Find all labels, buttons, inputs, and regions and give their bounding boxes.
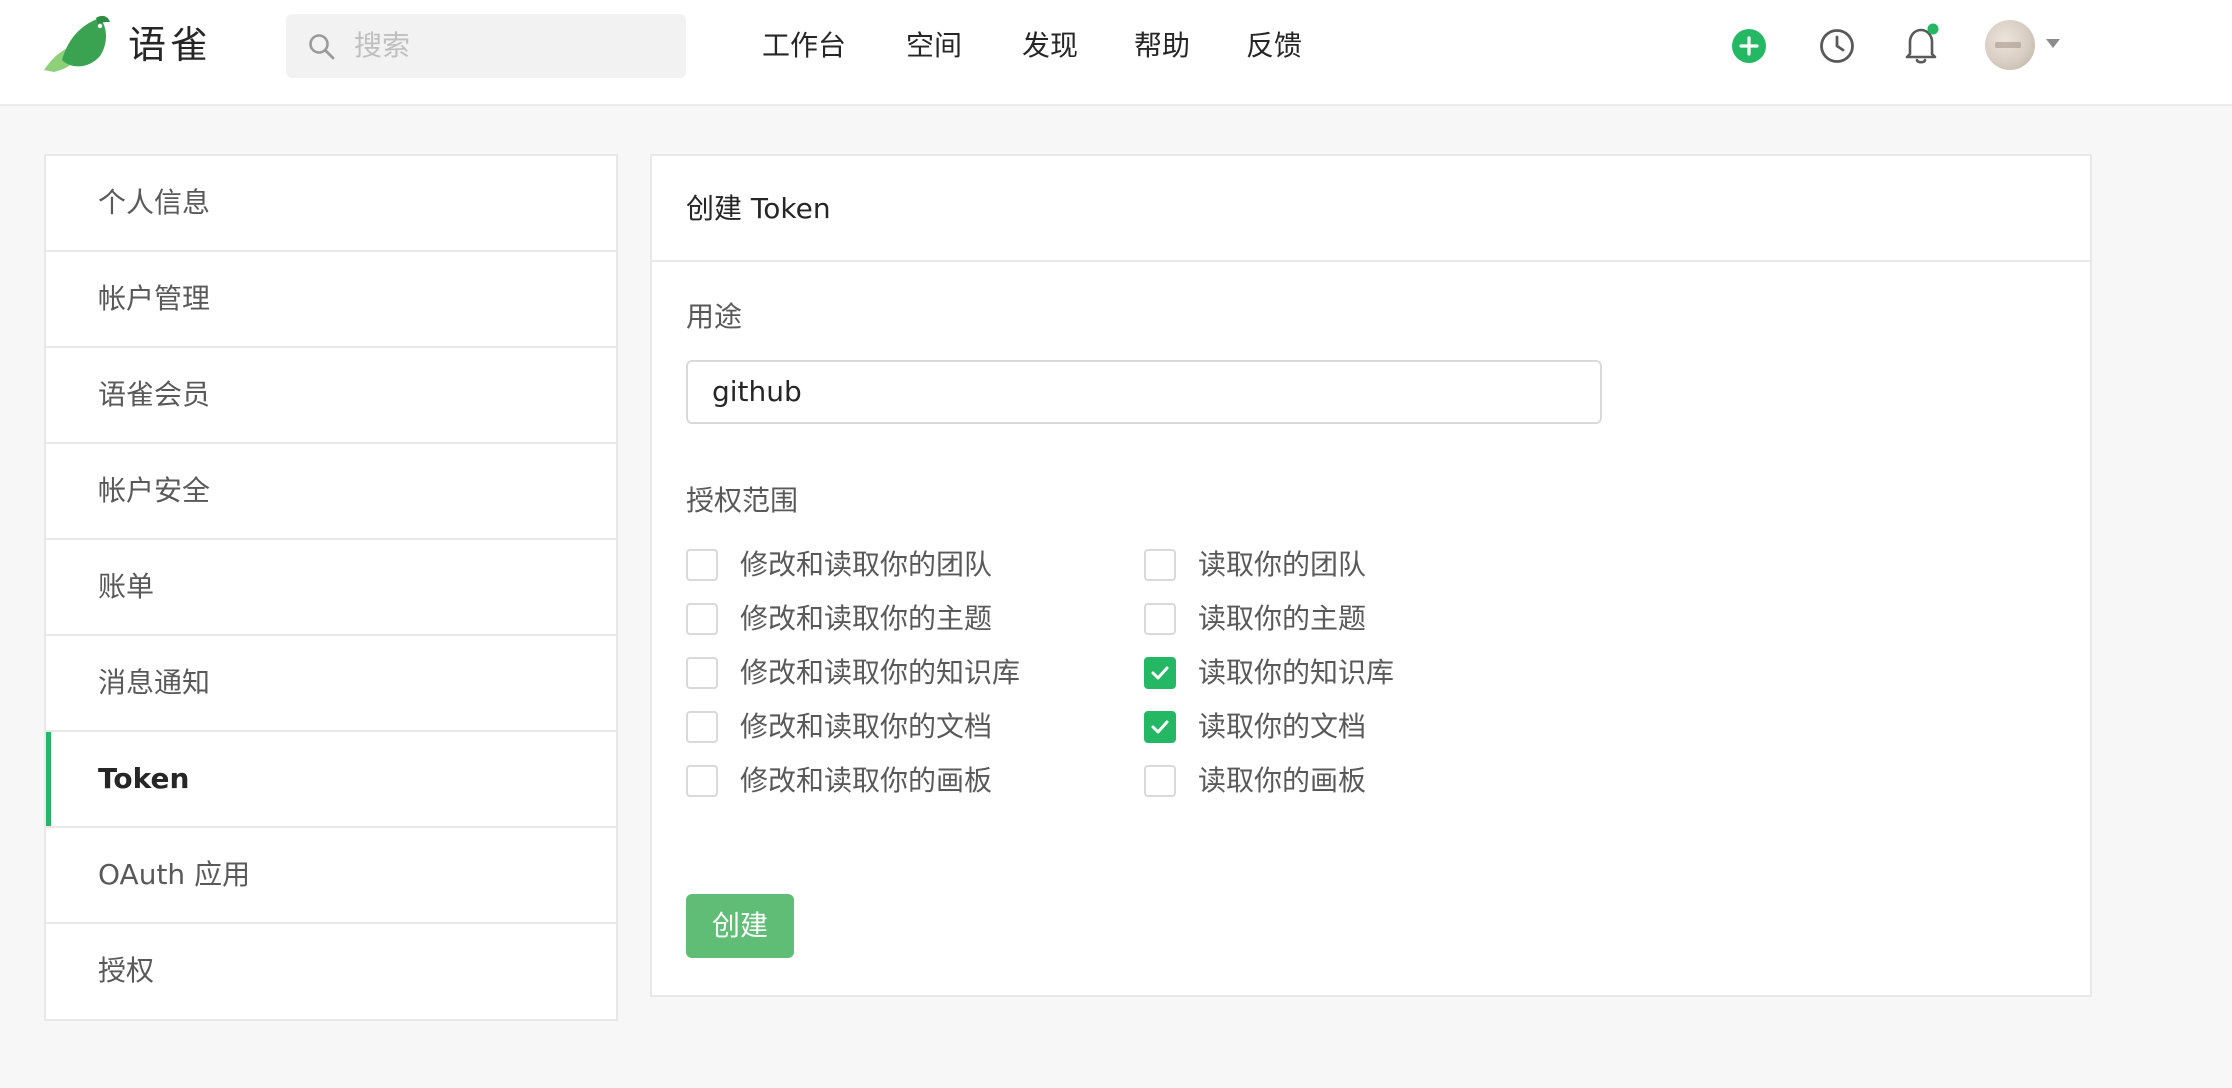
checkbox[interactable] xyxy=(1144,549,1176,581)
sidebar-item-label: 帐户管理 xyxy=(98,282,211,315)
sidebar-item-label: 授权 xyxy=(98,954,155,987)
nav-discover[interactable]: 发现 xyxy=(1022,24,1078,68)
sidebar-item-label: 账单 xyxy=(98,570,155,603)
nav-spaces[interactable]: 空间 xyxy=(906,24,962,68)
sidebar-item-billing[interactable]: 账单 xyxy=(46,540,616,636)
search-input[interactable]: 搜索 xyxy=(354,28,410,64)
scope-label-text: 读取你的团队 xyxy=(1198,548,1367,581)
sidebar-item-security[interactable]: 帐户安全 xyxy=(46,444,616,540)
scope-label-text: 修改和读取你的团队 xyxy=(740,548,993,581)
scope-label-text: 修改和读取你的画板 xyxy=(740,764,993,797)
sidebar-item-label: 个人信息 xyxy=(98,186,211,219)
scope-label-text: 读取你的文档 xyxy=(1198,710,1367,743)
sidebar-item-label: Token xyxy=(98,762,190,795)
search-box[interactable]: 搜索 xyxy=(286,14,686,78)
panel-header: 创建 Token xyxy=(652,156,2090,262)
active-indicator xyxy=(46,732,51,826)
scope-label-text: 修改和读取你的主题 xyxy=(740,602,993,635)
sidebar-item-label: 帐户安全 xyxy=(98,474,211,507)
nav-help[interactable]: 帮助 xyxy=(1134,24,1190,68)
checkbox-checked[interactable] xyxy=(1144,657,1176,689)
clock-icon[interactable] xyxy=(1819,28,1855,64)
sidebar-item-authorizations[interactable]: 授权 xyxy=(46,924,616,1020)
scope-label-text: 读取你的主题 xyxy=(1198,602,1367,635)
caret-down-icon[interactable] xyxy=(2046,39,2060,48)
sidebar-item-account[interactable]: 帐户管理 xyxy=(46,252,616,348)
sidebar-item-profile[interactable]: 个人信息 xyxy=(46,156,616,252)
checkbox[interactable] xyxy=(686,657,718,689)
sidebar-item-label: 语雀会员 xyxy=(98,378,211,411)
sidebar-item-label: OAuth 应用 xyxy=(98,858,251,891)
brand-name[interactable]: 语雀 xyxy=(128,20,212,70)
sidebar-item-token[interactable]: Token xyxy=(46,732,616,828)
panel-title: 创建 Token xyxy=(686,192,831,225)
checkbox[interactable] xyxy=(1144,765,1176,797)
sidebar-item-membership[interactable]: 语雀会员 xyxy=(46,348,616,444)
checkbox[interactable] xyxy=(686,765,718,797)
checkbox[interactable] xyxy=(1144,603,1176,635)
bell-icon[interactable] xyxy=(1902,22,1942,66)
top-header: 语雀 搜索 工作台 空间 发现 帮助 反馈 xyxy=(0,0,2232,106)
create-button[interactable]: 创建 xyxy=(686,894,794,958)
scope-label-text: 读取你的知识库 xyxy=(1198,656,1395,689)
usage-label: 用途 xyxy=(686,300,743,333)
usage-input[interactable]: github xyxy=(686,360,1602,424)
notification-dot xyxy=(1927,23,1939,35)
search-icon xyxy=(309,34,335,60)
scope-label: 授权范围 xyxy=(686,484,799,517)
check-icon xyxy=(1151,720,1169,734)
scope-label-text: 修改和读取你的文档 xyxy=(740,710,993,743)
user-avatar[interactable] xyxy=(1985,20,2035,70)
sidebar-item-oauth-apps[interactable]: OAuth 应用 xyxy=(46,828,616,924)
scope-label-text: 修改和读取你的知识库 xyxy=(740,656,1021,689)
checkbox[interactable] xyxy=(686,549,718,581)
settings-sidebar: 个人信息 帐户管理 语雀会员 帐户安全 账单 消息通知 Token OAuth … xyxy=(44,154,618,1021)
scope-label-text: 读取你的画板 xyxy=(1198,764,1367,797)
nav-workbench[interactable]: 工作台 xyxy=(762,24,846,68)
checkbox[interactable] xyxy=(686,711,718,743)
sidebar-item-notifications[interactable]: 消息通知 xyxy=(46,636,616,732)
check-icon xyxy=(1151,666,1169,680)
plus-circle-icon[interactable] xyxy=(1731,28,1767,64)
checkbox[interactable] xyxy=(686,603,718,635)
create-token-panel: 创建 Token 用途 github 授权范围 修改和读取你的团队 修改和读取你… xyxy=(650,154,2092,997)
sidebar-item-label: 消息通知 xyxy=(98,666,211,699)
usage-input-value: github xyxy=(712,375,802,408)
nav-feedback[interactable]: 反馈 xyxy=(1246,24,1302,68)
yuque-logo-icon[interactable] xyxy=(42,14,112,76)
checkbox-checked[interactable] xyxy=(1144,711,1176,743)
